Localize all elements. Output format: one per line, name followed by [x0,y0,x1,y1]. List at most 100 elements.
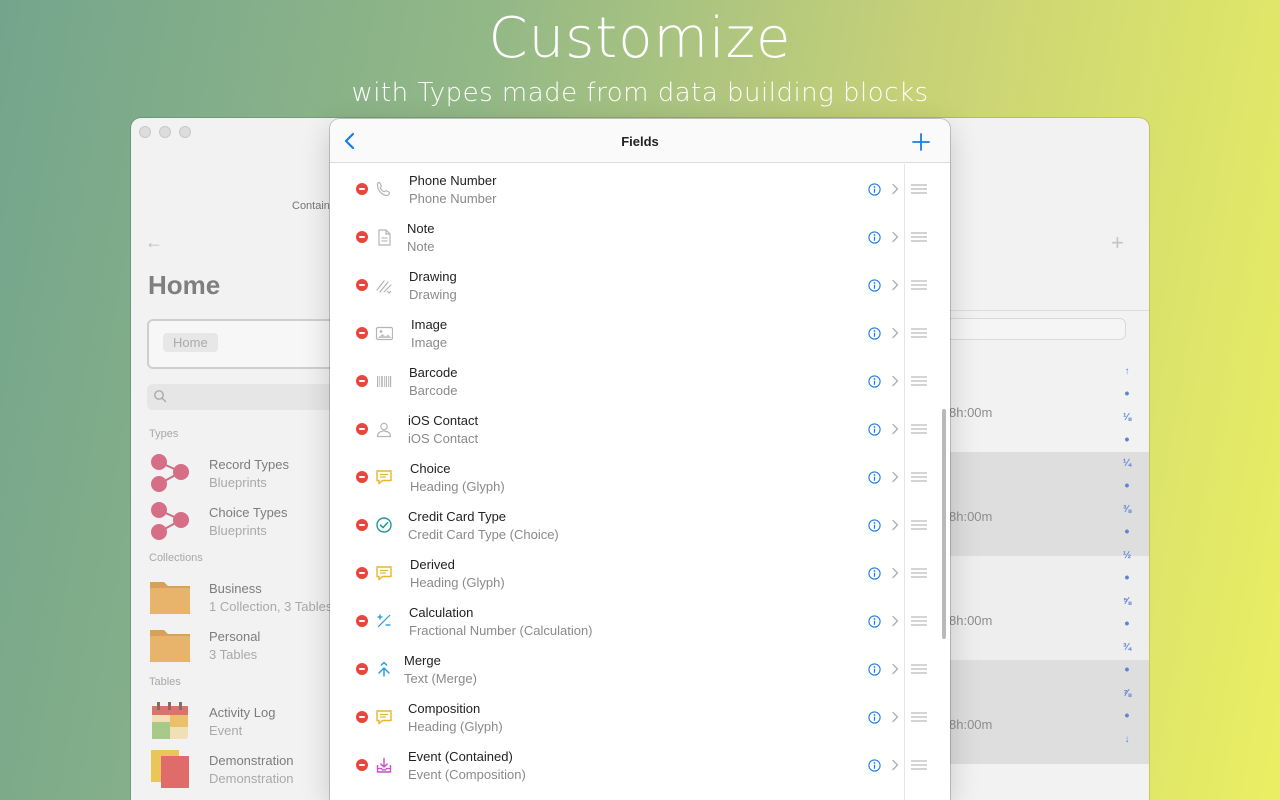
reorder-handle-icon[interactable] [910,423,928,435]
info-icon[interactable] [868,759,881,772]
index-mark[interactable]: • [1121,524,1133,538]
info-icon[interactable] [868,471,881,484]
index-mark[interactable]: ⅞ [1121,688,1133,699]
back-arrow-icon[interactable]: ← [145,232,163,253]
info-icon[interactable] [868,615,881,628]
field-row[interactable]: Image Image [330,308,950,356]
index-mark[interactable]: ⅛ [1121,412,1133,423]
field-row[interactable]: Choice Heading (Glyph) [330,452,950,500]
window-controls[interactable] [139,126,191,138]
info-icon[interactable] [868,423,881,436]
scrollbar[interactable] [942,409,946,639]
index-mark[interactable]: • [1121,662,1133,676]
info-icon[interactable] [868,327,881,340]
reorder-handle-icon[interactable] [910,471,928,483]
delete-field-button[interactable] [356,519,368,531]
index-mark[interactable]: • [1121,386,1133,400]
reorder-handle-icon[interactable] [910,519,928,531]
field-row[interactable]: Credit Card Type Credit Card Type (Choice… [330,500,950,548]
info-icon[interactable] [868,711,881,724]
field-row[interactable]: Phone Number Phone Number [330,164,950,212]
reorder-handle-icon[interactable] [910,663,928,675]
field-row[interactable]: Merge Text (Merge) [330,644,950,692]
home-path-field[interactable]: Home [147,319,347,369]
info-icon[interactable] [868,519,881,532]
sidebar-item-choice-types[interactable]: Choice Types Blueprints [149,500,288,542]
search-field[interactable] [147,384,347,410]
chevron-right-icon[interactable] [891,711,899,723]
delete-field-button[interactable] [356,423,368,435]
info-icon[interactable] [868,183,881,196]
minimize-window-button[interactable] [159,126,171,138]
index-mark[interactable]: ⅜ [1121,504,1133,515]
delete-field-button[interactable] [356,471,368,483]
sidebar-item-personal[interactable]: Personal 3 Tables [149,624,260,666]
sidebar-item-business[interactable]: Business 1 Collection, 3 Tables [149,576,332,618]
sidebar-item-activity-log[interactable]: Activity Log Event [149,700,275,742]
chevron-right-icon[interactable] [891,663,899,675]
delete-field-button[interactable] [356,663,368,675]
index-mark[interactable]: • [1121,708,1133,722]
field-row[interactable]: Event (Contained) Event (Composition) [330,740,950,788]
index-mark[interactable]: ⅝ [1121,596,1133,607]
home-chip[interactable]: Home [163,333,218,352]
chevron-right-icon[interactable] [891,615,899,627]
index-mark[interactable]: ½ [1121,550,1133,561]
right-pane-field[interactable] [946,318,1126,340]
field-row[interactable]: Note Note [330,212,950,260]
chevron-right-icon[interactable] [891,759,899,771]
record-band[interactable] [946,452,1149,556]
reorder-handle-icon[interactable] [910,759,928,771]
delete-field-button[interactable] [356,231,368,243]
delete-field-button[interactable] [356,183,368,195]
delete-field-button[interactable] [356,375,368,387]
field-row[interactable]: Barcode Barcode [330,356,950,404]
info-icon[interactable] [868,231,881,244]
sidebar-item-record-types[interactable]: Record Types Blueprints [149,452,289,494]
info-icon[interactable] [868,375,881,388]
reorder-handle-icon[interactable] [910,327,928,339]
info-icon[interactable] [868,279,881,292]
field-row[interactable]: Drawing Drawing [330,260,950,308]
index-mark[interactable]: • [1121,616,1133,630]
field-row[interactable]: iOS Contact iOS Contact [330,404,950,452]
sidebar-item-demonstration[interactable]: Demonstration Demonstration [149,748,294,790]
add-icon[interactable]: + [1111,230,1124,256]
record-band[interactable] [946,660,1149,764]
delete-field-button[interactable] [356,567,368,579]
chevron-right-icon[interactable] [891,423,899,435]
field-row[interactable]: Composition Heading (Glyph) [330,692,950,740]
reorder-handle-icon[interactable] [910,711,928,723]
index-mark[interactable]: ¾ [1121,642,1133,653]
index-mark[interactable]: • [1121,432,1133,446]
reorder-handle-icon[interactable] [910,231,928,243]
chevron-right-icon[interactable] [891,471,899,483]
chevron-right-icon[interactable] [891,279,899,291]
index-mark[interactable]: ¼ [1121,458,1133,469]
reorder-handle-icon[interactable] [910,567,928,579]
chevron-right-icon[interactable] [891,519,899,531]
reorder-handle-icon[interactable] [910,183,928,195]
delete-field-button[interactable] [356,327,368,339]
reorder-handle-icon[interactable] [910,615,928,627]
delete-field-button[interactable] [356,279,368,291]
chevron-right-icon[interactable] [891,183,899,195]
reorder-handle-icon[interactable] [910,279,928,291]
delete-field-button[interactable] [356,711,368,723]
chevron-right-icon[interactable] [891,375,899,387]
info-icon[interactable] [868,663,881,676]
record-band[interactable] [946,348,1149,452]
info-icon[interactable] [868,567,881,580]
add-field-icon[interactable] [910,131,932,153]
index-mark[interactable]: • [1121,570,1133,584]
zoom-window-button[interactable] [179,126,191,138]
field-row[interactable]: Calculation Fractional Number (Calculatio… [330,596,950,644]
close-window-button[interactable] [139,126,151,138]
delete-field-button[interactable] [356,615,368,627]
chevron-right-icon[interactable] [891,327,899,339]
chevron-right-icon[interactable] [891,231,899,243]
field-row[interactable]: Derived Heading (Glyph) [330,548,950,596]
index-mark[interactable]: ↓ [1121,734,1133,745]
index-mark[interactable]: • [1121,478,1133,492]
chevron-right-icon[interactable] [891,567,899,579]
